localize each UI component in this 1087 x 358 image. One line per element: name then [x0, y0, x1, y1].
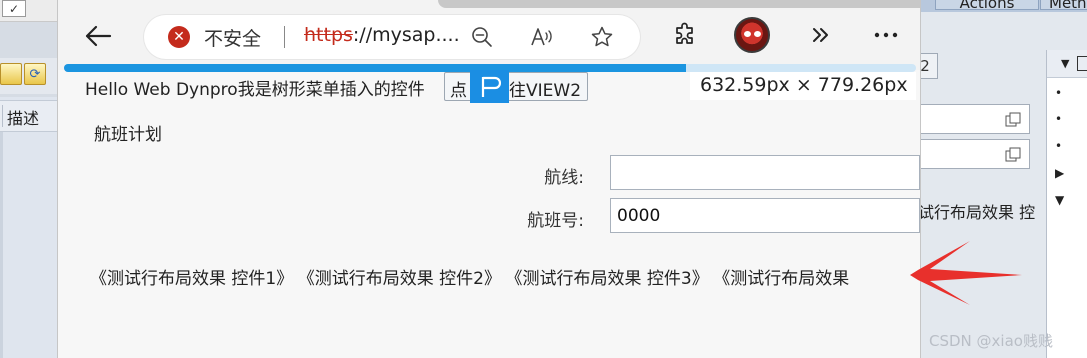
not-secure-icon[interactable]: ✕: [168, 26, 190, 48]
back-button[interactable]: [80, 18, 116, 54]
extensions-puzzle-icon[interactable]: [667, 17, 703, 53]
tab-actions[interactable]: Actions: [935, 0, 1039, 11]
test-control-4: 《测试行布局效果: [721, 269, 850, 289]
background-toolbar-button[interactable]: [0, 63, 22, 85]
address-bar[interactable]: ✕ 不安全 https://mysap....: [144, 15, 640, 59]
url-text[interactable]: https://mysap....: [304, 24, 460, 46]
triangle-right-icon[interactable]: ▶: [1055, 166, 1064, 180]
watermark: CSDN @xiao贱贱: [929, 332, 1053, 350]
tree-node-bullet-icon: •: [1055, 139, 1063, 153]
browser-window: ✕ 不安全 https://mysap.... Hello Web Dynpro…: [57, 0, 921, 358]
refresh-icon[interactable]: ⟳: [24, 63, 46, 85]
background-control-text: 试行布局效果 控: [918, 203, 1036, 222]
profile-avatar[interactable]: [734, 17, 770, 53]
security-label[interactable]: 不安全: [204, 24, 261, 51]
test-controls-row: 《测试行布局效果 控件1》 《测试行布局效果 控件2》 《测试行布局效果 控件3》《…: [90, 264, 862, 289]
red-arrow-icon: [910, 241, 1022, 305]
background-input-field[interactable]: [920, 104, 1030, 134]
route-input[interactable]: [610, 155, 920, 190]
read-aloud-icon[interactable]: [530, 25, 554, 49]
goto-button-label-part1: 点: [450, 81, 467, 101]
tab-strip: [438, 0, 920, 8]
copy-icon[interactable]: [1005, 112, 1021, 127]
page-load-progress-fill: [64, 64, 686, 72]
hello-text: Hello Web Dynpro我是树形菜单插入的控件: [85, 80, 425, 100]
triangle-down-icon[interactable]: ▼: [1055, 193, 1064, 207]
test-control-2: 《测试行布局效果 控件2》: [306, 269, 501, 289]
web-dynpro-page: Hello Web Dynpro我是树形菜单插入的控件 点 往VIEW2 632…: [58, 70, 920, 358]
copy-icon[interactable]: [1005, 147, 1021, 162]
chevron-double-right-icon[interactable]: [803, 17, 839, 53]
test-control-3: 《测试行布局效果 控件3》: [513, 269, 709, 289]
triangle-down-icon[interactable]: ▼: [1061, 57, 1069, 70]
tree-node-bullet-icon: •: [1055, 112, 1063, 126]
tree-node-bullet-icon: •: [1055, 86, 1063, 100]
background-column-divider: [0, 132, 3, 358]
annotation-arrows: [910, 241, 1022, 305]
test-control-1: 《测试行布局效果 控件1》: [90, 269, 294, 289]
browser-toolbar: ✕ 不安全 https://mysap....: [58, 0, 920, 72]
background-checkmark-button[interactable]: ✓: [2, 0, 26, 17]
flight-number-input[interactable]: [610, 198, 920, 233]
goto-view2-button[interactable]: 点 往VIEW2: [444, 72, 588, 101]
section-title: 航班计划: [94, 125, 162, 145]
background-input-field[interactable]: [920, 139, 1030, 169]
url-scheme: https: [304, 24, 353, 46]
checkbox-icon[interactable]: [1077, 56, 1087, 71]
url-host: ://mysap....: [352, 24, 460, 46]
zoom-out-icon[interactable]: [470, 25, 494, 49]
tab-methods[interactable]: Meth: [1040, 0, 1087, 11]
arrow-left-icon: [85, 25, 112, 47]
page-flag-icon: [470, 70, 509, 103]
more-options-icon[interactable]: [868, 17, 904, 53]
column-header-description: 描述: [7, 109, 40, 128]
flight-number-label: 航班号:: [527, 211, 584, 231]
favorite-star-icon[interactable]: [590, 25, 614, 49]
tree-header: ▼: [1047, 50, 1087, 78]
route-label: 航线:: [544, 168, 584, 188]
background-column-header: 描述: [0, 100, 60, 132]
background-left-panel: [0, 97, 60, 358]
element-dimensions-tooltip: 632.59px × 779.26px: [690, 72, 916, 100]
background-tree-panel: ▼ • • • ▶ ▼: [1046, 50, 1087, 358]
goto-button-label-part2: 往VIEW2: [509, 81, 582, 101]
divider: [284, 26, 285, 48]
